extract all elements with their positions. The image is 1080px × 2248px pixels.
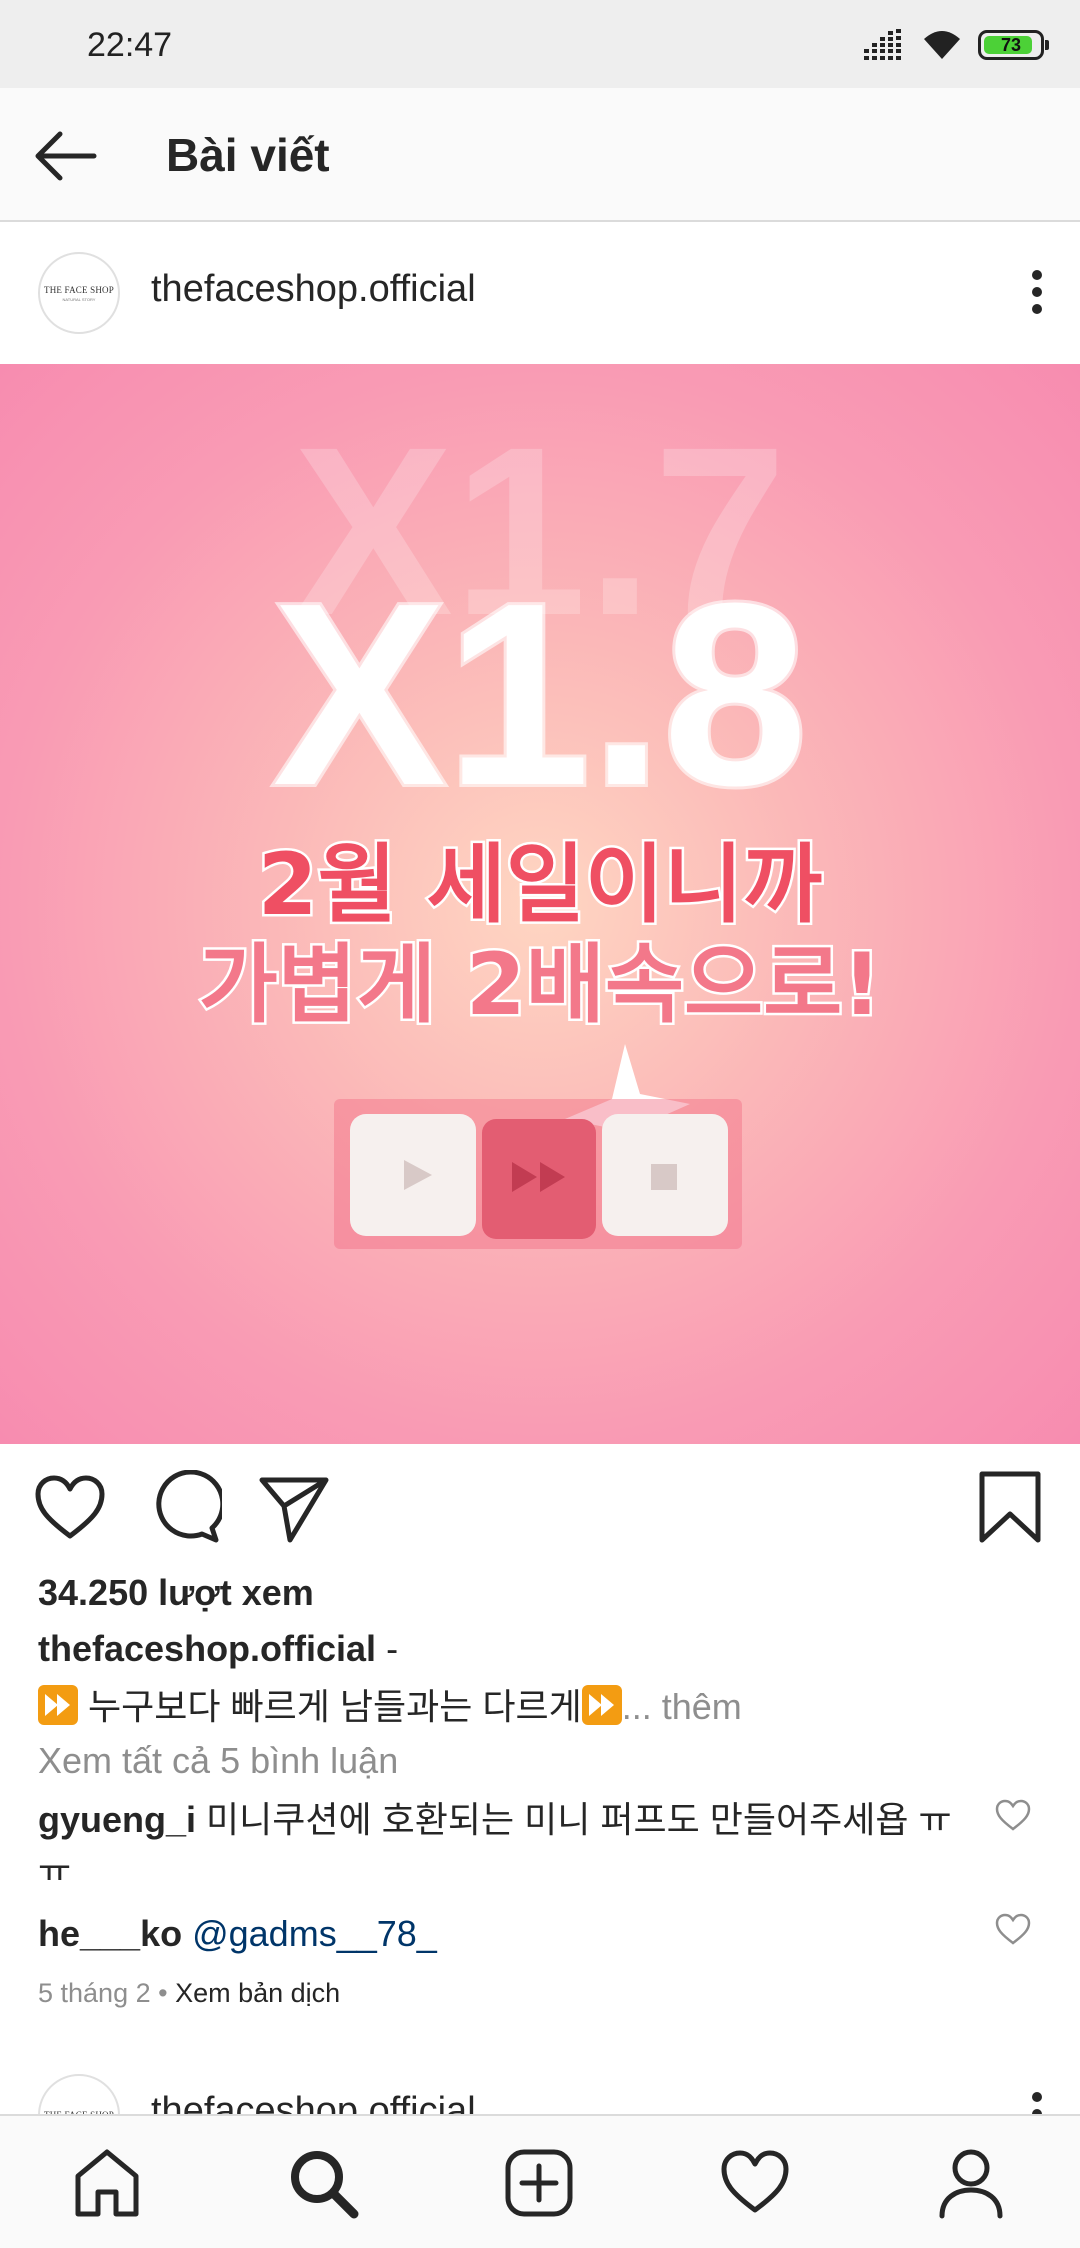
post-username[interactable]: thefaceshop.official [151, 268, 476, 311]
comment-like-heart-icon[interactable] [994, 1798, 1032, 1832]
caption-body: 누구보다 빠르게 남들과는 다르게 ... thêm [38, 1678, 742, 1730]
stop-icon [602, 1114, 728, 1236]
see-translation-link[interactable]: Xem bản dịch [175, 1978, 340, 2008]
caption-dash: - [376, 1628, 399, 1669]
post-date: 5 tháng 2 [38, 1978, 151, 2008]
post-meta: 5 tháng 2 • Xem bản dịch [38, 1978, 340, 2009]
comment-like-heart-icon[interactable] [994, 1912, 1032, 1946]
wifi-icon [924, 31, 960, 59]
status-time: 22:47 [87, 26, 173, 64]
fast-forward-emoji-icon [38, 1685, 78, 1725]
bookmark-icon[interactable] [972, 1470, 1048, 1546]
arrow-left-icon[interactable] [30, 126, 100, 186]
meta-separator: • [150, 1978, 176, 2008]
avatar-logo-subtext: NATURAL STORY [62, 296, 96, 302]
comment-item: gyueng_i 미니쿠션에 호환되는 미니 퍼프도 만들어주세욥 ㅠㅠ [38, 1794, 958, 1880]
comment-mention-link[interactable]: @gadms__78_ [182, 1913, 437, 1954]
bottom-nav [0, 2114, 1080, 2248]
comment-username[interactable]: gyueng_i [38, 1799, 196, 1840]
view-all-comments-link[interactable]: Xem tất cả 5 bình luận [38, 1740, 398, 1782]
play-icon [350, 1114, 476, 1236]
caption: thefaceshop.official - [38, 1628, 398, 1670]
share-icon[interactable] [256, 1470, 332, 1546]
comment-item: he___ko @gadms__78_ [38, 1908, 958, 1960]
fast-forward-emoji-icon [581, 1685, 622, 1725]
add-post-icon[interactable] [502, 2146, 576, 2220]
caption-text: 누구보다 빠르게 남들과는 다르게 [78, 1686, 582, 1727]
app-bar: Bài viết [0, 88, 1080, 222]
status-icons: 73 [864, 24, 1049, 66]
avatar-logo-text: THE FACE SHOP [44, 284, 114, 295]
view-count[interactable]: 34.250 lượt xem [38, 1572, 314, 1614]
more-vertical-icon[interactable] [1030, 270, 1044, 314]
activity-heart-icon[interactable] [718, 2146, 792, 2220]
page-title: Bài viết [166, 129, 330, 181]
status-bar: 22:47 73 [0, 0, 1080, 88]
post-image[interactable]: X1.7 X1.8 2월 세일이니까 가볍게 2배속으로! [0, 364, 1080, 1444]
post-actions [0, 1444, 1080, 1574]
image-korean-line2: 가볍게 2배속으로! [199, 935, 882, 1035]
post-header: THE FACE SHOP NATURAL STORY thefaceshop.… [0, 222, 1080, 364]
comment-icon[interactable] [146, 1470, 222, 1546]
image-korean-line1: 2월 세일이니까 [258, 835, 823, 935]
home-icon[interactable] [70, 2146, 144, 2220]
fast-forward-icon [482, 1119, 596, 1239]
caption-username[interactable]: thefaceshop.official [38, 1628, 376, 1669]
signal-icon [864, 29, 901, 60]
search-icon[interactable] [286, 2146, 360, 2220]
heart-icon[interactable] [32, 1470, 108, 1546]
battery-level: 73 [1000, 34, 1022, 55]
battery-icon: 73 [978, 30, 1049, 60]
comment-username[interactable]: he___ko [38, 1913, 182, 1954]
image-big-text-front: X1.8 [273, 550, 808, 840]
avatar[interactable]: THE FACE SHOP NATURAL STORY [38, 252, 120, 334]
caption-more-link[interactable]: ... thêm [622, 1686, 742, 1727]
profile-icon[interactable] [934, 2146, 1008, 2220]
